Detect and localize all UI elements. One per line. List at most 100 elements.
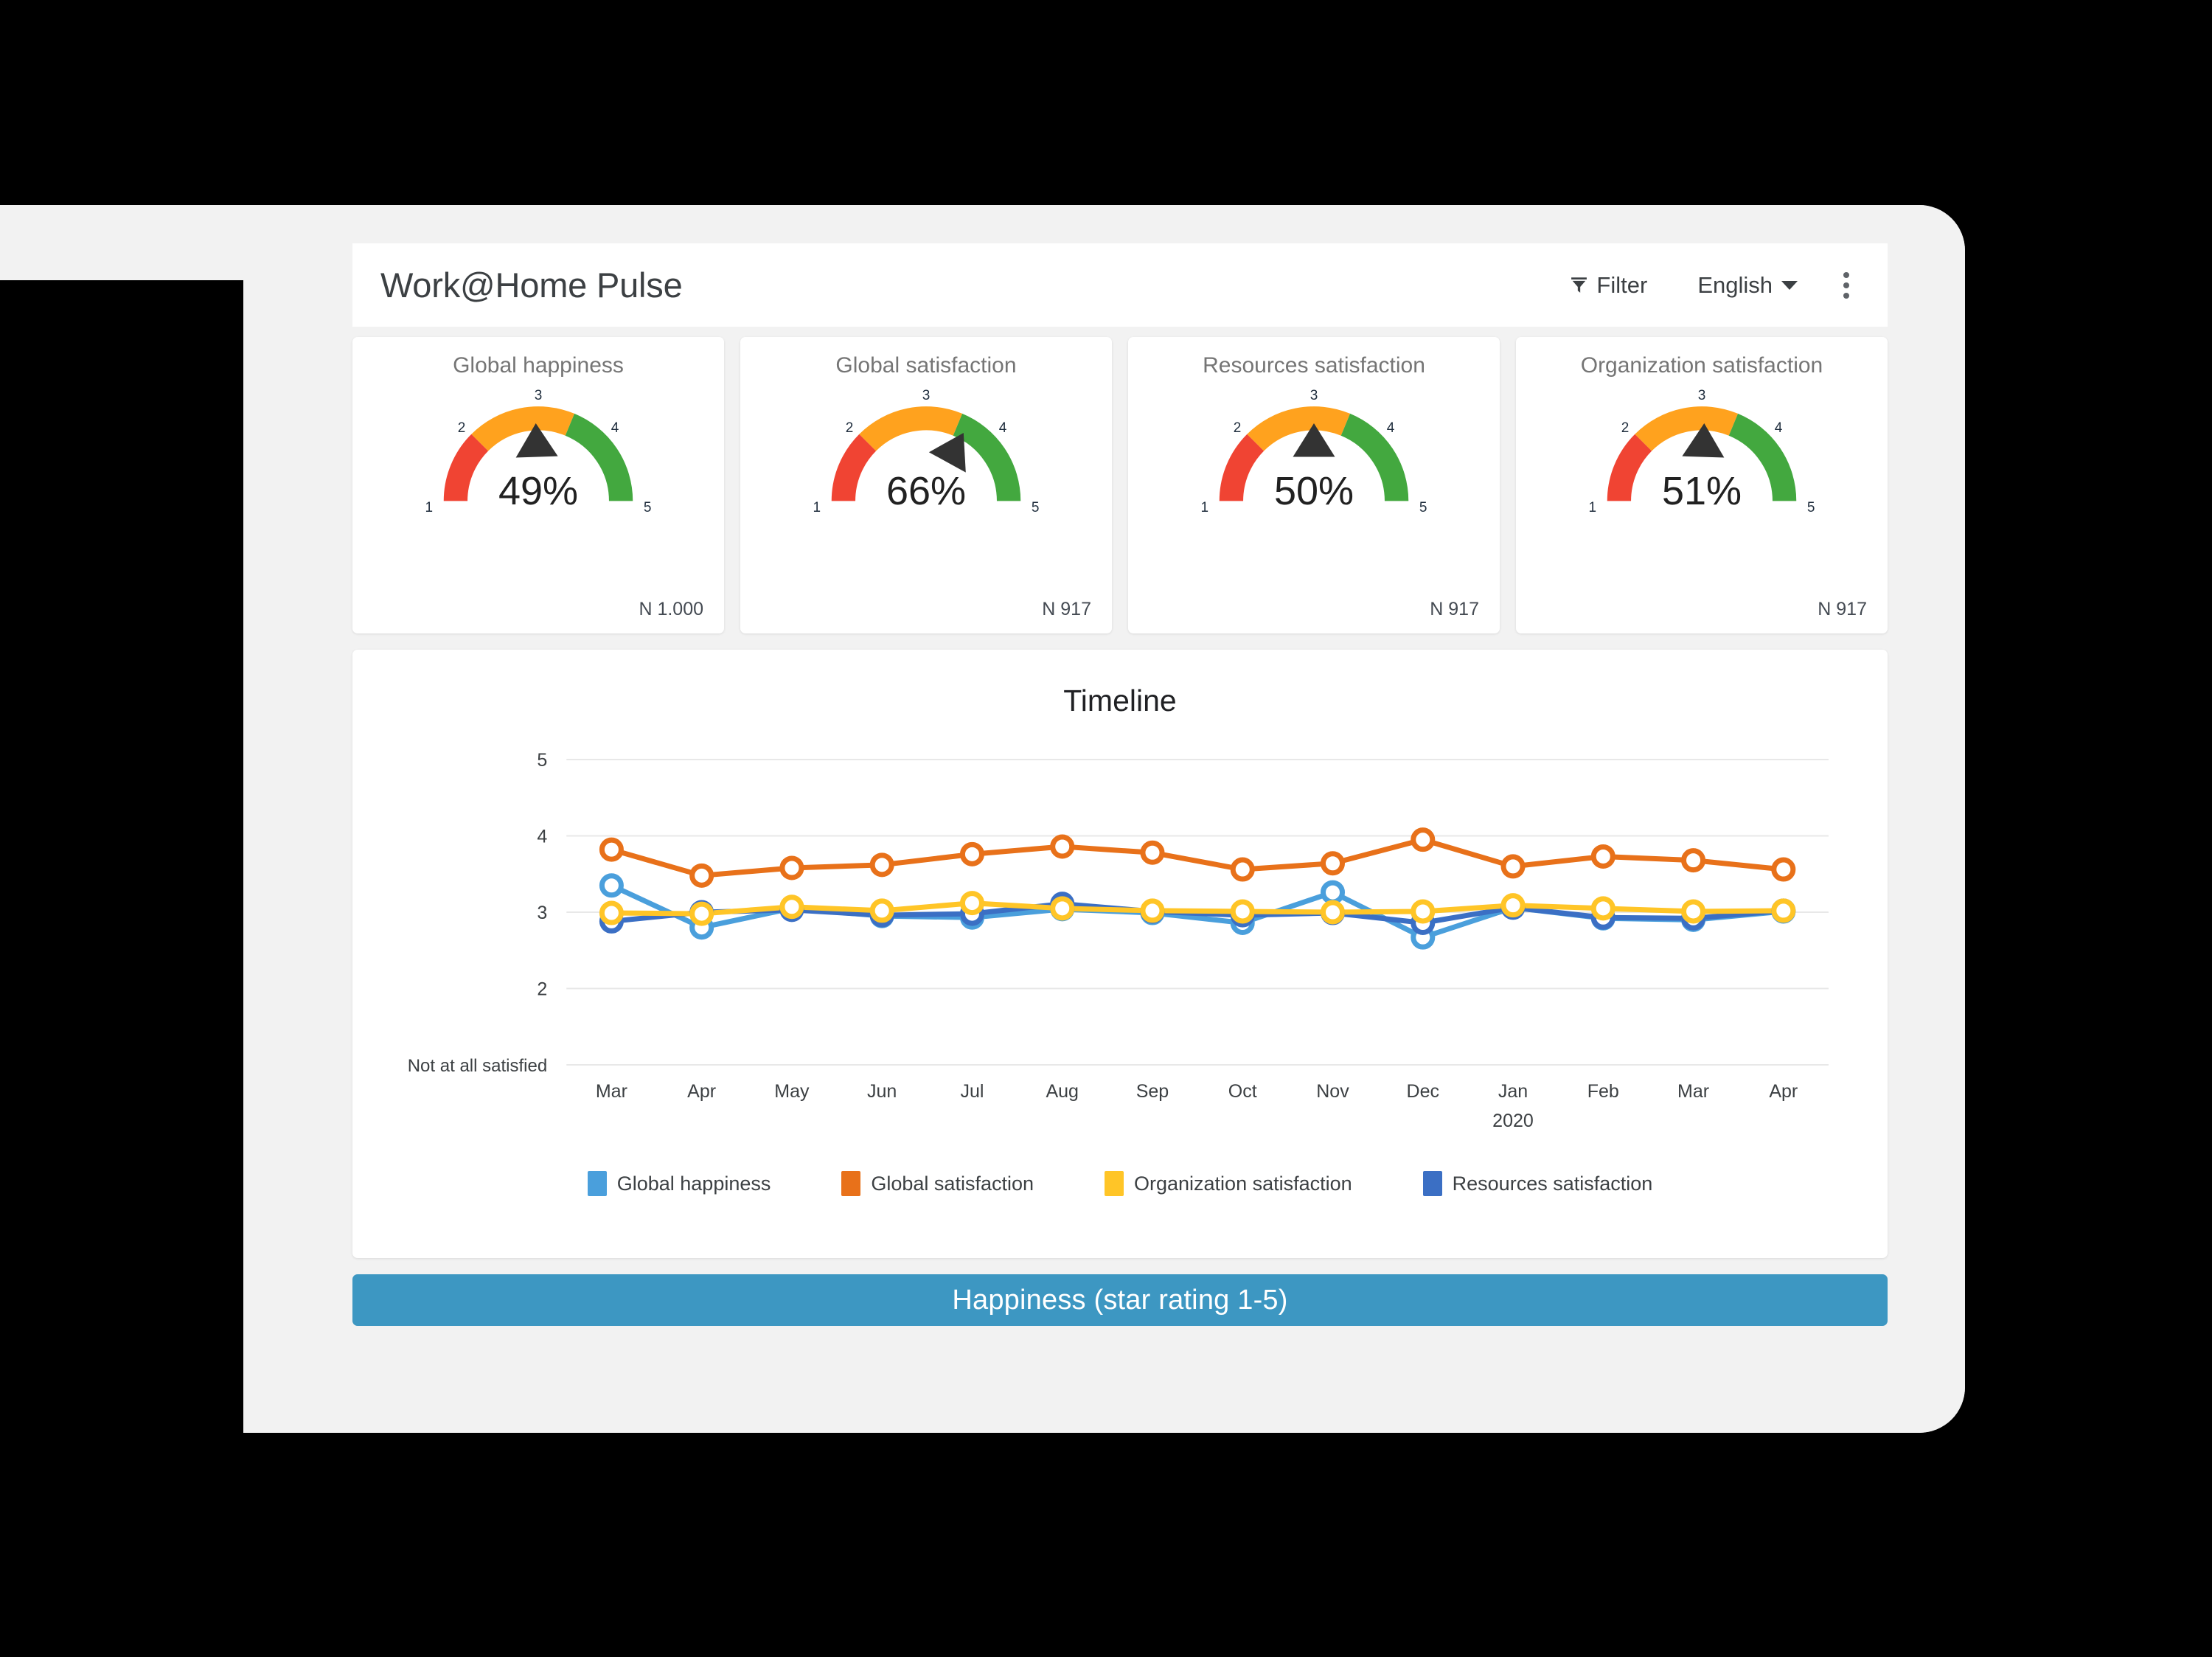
gauge-tick-label: 3 xyxy=(535,388,543,403)
gauge-card-row: Global happiness 1 2 3 4 5 49% N 1.000 Global sa… xyxy=(352,327,1888,633)
gauge-sample-size: N 917 xyxy=(1042,599,1091,619)
background-block xyxy=(0,280,243,1519)
chart-legend: Global happiness Global satisfaction Organ… xyxy=(367,1171,1873,1196)
chart-data-point xyxy=(1411,827,1436,852)
language-label: English xyxy=(1697,271,1773,298)
chart-data-point xyxy=(1681,848,1706,873)
gauge-percent-value: 49% xyxy=(498,469,579,513)
gauge-dial: 1 2 3 4 5 50% xyxy=(1201,388,1427,535)
gauge-card-title: Global satisfaction xyxy=(835,353,1017,378)
gauge-dial: 1 2 3 4 5 66% xyxy=(813,388,1040,535)
chart-data-point xyxy=(1140,840,1165,865)
app-header: Work@Home Pulse Filter English xyxy=(352,243,1888,327)
happiness-banner[interactable]: Happiness (star rating 1-5) xyxy=(352,1274,1888,1326)
chart-data-point xyxy=(779,894,804,920)
legend-item[interactable]: Global happiness xyxy=(587,1171,771,1196)
gauge-tick-label: 2 xyxy=(846,420,854,436)
gauge-tick-label: 4 xyxy=(1387,420,1395,436)
legend-label: Global satisfaction xyxy=(871,1172,1034,1195)
chart-data-point xyxy=(1050,834,1075,859)
x-axis-tick-label: Dec xyxy=(1407,1081,1439,1102)
language-select[interactable]: English xyxy=(1684,265,1811,306)
kebab-menu-button[interactable] xyxy=(1830,263,1863,308)
x-axis-tick-sublabel: 2020 xyxy=(1492,1111,1534,1131)
gauge-tick-label: 2 xyxy=(1234,420,1242,436)
dashboard-app: Work@Home Pulse Filter English Global ha… xyxy=(352,243,1888,1423)
chart-data-point xyxy=(1140,898,1165,923)
legend-item[interactable]: Resources satisfaction xyxy=(1422,1171,1652,1196)
x-axis-tick-label: Nov xyxy=(1316,1081,1349,1102)
gauge-card: Resources satisfaction 1 2 3 4 5 50% N 917 xyxy=(1128,337,1500,633)
gauge-band-orange xyxy=(1635,406,1739,451)
timeline-card: Timeline 2 3 4 5 Not at all satisfied Mar Apr M… xyxy=(352,650,1888,1258)
kebab-dot xyxy=(1843,292,1849,299)
gauge-sample-size: N 917 xyxy=(1430,599,1479,619)
timeline-chart: 2 3 4 5 Not at all satisfied Mar Apr May Jun Jul A… xyxy=(367,739,1873,1152)
chart-data-point xyxy=(959,891,984,916)
gauge-tick-label: 2 xyxy=(458,420,466,436)
chart-data-point xyxy=(1320,900,1346,925)
gauge-tick-label: 4 xyxy=(1775,420,1783,436)
chart-data-point xyxy=(1681,899,1706,924)
gauge-card: Global satisfaction 1 2 3 4 5 66% N 917 xyxy=(740,337,1112,633)
chart-data-point xyxy=(599,837,624,862)
chart-data-point xyxy=(1500,893,1526,918)
chart-data-point xyxy=(1050,896,1075,921)
chart-data-point xyxy=(1320,851,1346,876)
kebab-dot xyxy=(1843,271,1849,278)
screenshot-stage: Work@Home Pulse Filter English Global ha… xyxy=(0,0,2212,1657)
x-axis-tick-label: Apr xyxy=(687,1081,716,1102)
chart-data-point xyxy=(689,863,714,888)
chart-data-point xyxy=(779,855,804,880)
gauge-percent-value: 66% xyxy=(886,469,967,513)
gauge-percent-value: 50% xyxy=(1273,469,1354,513)
chart-data-point xyxy=(1230,899,1255,924)
x-axis-tick-label: Sep xyxy=(1136,1081,1169,1102)
header-actions: Filter English xyxy=(1558,263,1863,308)
gauge-sample-size: N 1.000 xyxy=(639,599,703,619)
legend-item[interactable]: Global satisfaction xyxy=(841,1171,1034,1196)
page-title: Work@Home Pulse xyxy=(380,265,683,305)
chart-data-point xyxy=(1771,898,1796,923)
gauge-tick-label: 3 xyxy=(1310,388,1318,403)
kebab-dot xyxy=(1843,282,1849,288)
chart-data-point xyxy=(1320,880,1346,905)
chart-data-point xyxy=(1411,899,1436,924)
legend-label: Organization satisfaction xyxy=(1134,1172,1352,1195)
y-axis-tick-label: 2 xyxy=(537,979,547,1000)
y-axis-tick-label: 4 xyxy=(537,827,547,847)
y-axis-baseline-label: Not at all satisfied xyxy=(408,1056,548,1076)
chart-data-point xyxy=(599,873,624,898)
chart-data-point xyxy=(959,841,984,866)
x-axis-tick-label: Mar xyxy=(596,1081,627,1102)
chart-data-point xyxy=(599,900,624,925)
x-axis-tick-label: May xyxy=(774,1081,810,1102)
legend-color-swatch xyxy=(1422,1171,1442,1196)
legend-item[interactable]: Organization satisfaction xyxy=(1105,1171,1352,1196)
gauge-band-orange xyxy=(471,406,575,451)
legend-color-swatch xyxy=(587,1171,607,1196)
happiness-banner-label: Happiness (star rating 1-5) xyxy=(952,1284,1288,1316)
funnel-icon xyxy=(1570,275,1588,295)
chart-data-point xyxy=(1771,857,1796,882)
filter-button[interactable]: Filter xyxy=(1558,265,1659,306)
gauge-tick-label: 4 xyxy=(611,420,619,436)
timeline-title: Timeline xyxy=(1063,684,1177,718)
chart-data-point xyxy=(1500,854,1526,879)
x-axis-tick-label: Jun xyxy=(867,1081,897,1102)
x-axis-tick-label: Jan xyxy=(1498,1081,1528,1102)
x-axis-tick-label: Apr xyxy=(1769,1081,1798,1102)
chart-data-point xyxy=(869,898,894,923)
gauge-percent-value: 51% xyxy=(1661,469,1742,513)
legend-label: Global happiness xyxy=(616,1172,771,1195)
gauge-card-title: Organization satisfaction xyxy=(1580,353,1823,378)
legend-color-swatch xyxy=(841,1171,861,1196)
x-axis-tick-label: Jul xyxy=(960,1081,984,1102)
chart-data-point xyxy=(1590,896,1615,921)
chart-data-point xyxy=(1590,844,1615,869)
gauge-tick-label: 3 xyxy=(922,388,931,403)
chevron-down-icon xyxy=(1781,280,1798,290)
gauge-sample-size: N 917 xyxy=(1818,599,1867,619)
x-axis-tick-label: Mar xyxy=(1677,1081,1709,1102)
filter-label: Filter xyxy=(1596,271,1648,298)
